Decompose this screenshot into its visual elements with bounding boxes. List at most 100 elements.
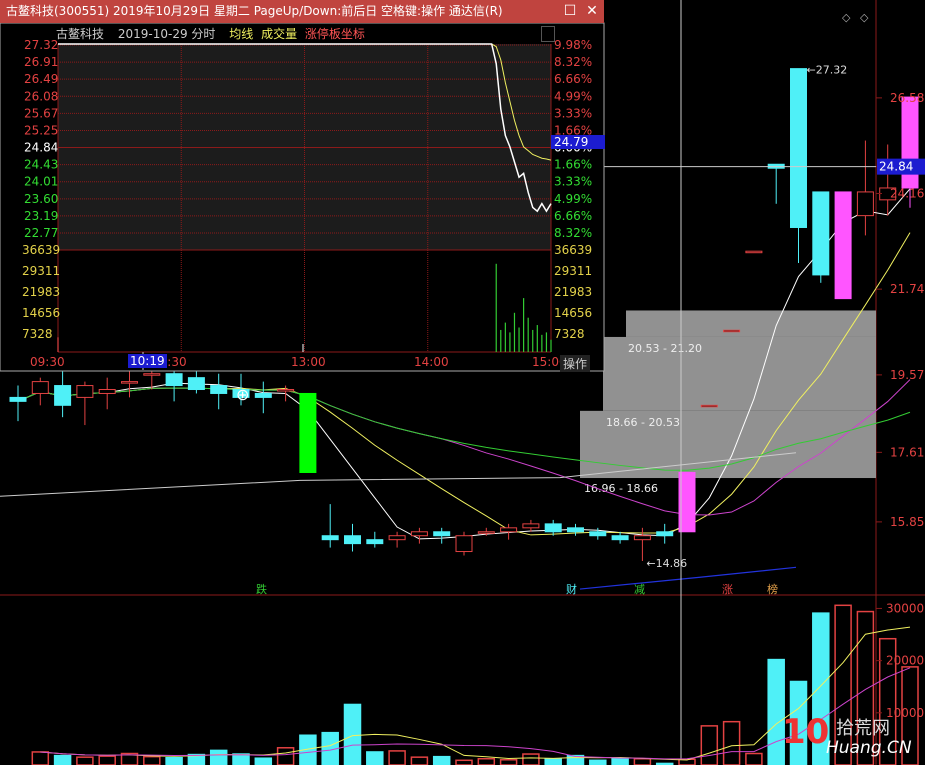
popup-vol-tick-r: 36639 — [554, 243, 592, 257]
volume-bar — [343, 703, 362, 765]
candle-body — [633, 535, 651, 541]
date-label: 2019-10-29 分时 — [117, 27, 216, 41]
watermark-url: Huang.CN — [826, 738, 912, 758]
volume-bar — [633, 757, 652, 765]
popup-price-tick: 23.60 — [24, 192, 58, 206]
candle-body — [76, 385, 94, 398]
volume-bar — [700, 725, 719, 765]
op-button[interactable]: 操作 — [560, 355, 591, 372]
candle-body — [121, 381, 138, 384]
popup-price-tick: 26.49 — [24, 72, 58, 86]
popup-price-tick: 24.43 — [24, 158, 58, 172]
volume-bar — [209, 749, 228, 765]
candle-body — [388, 535, 406, 541]
candle-body — [366, 539, 384, 545]
popup-vol-tick: 21983 — [22, 285, 60, 299]
candle-body — [321, 535, 339, 541]
volume-bar — [232, 753, 250, 765]
candle-body — [589, 531, 607, 537]
candle-body — [98, 389, 116, 394]
popup-pct-tick: 4.99% — [554, 192, 592, 206]
candle-body — [856, 191, 874, 217]
volume-bar — [254, 757, 273, 765]
popup-price-tick: 25.67 — [24, 106, 58, 120]
volume-bar — [276, 747, 295, 765]
candle-body — [455, 535, 473, 553]
popup-vol-tick-r: 29311 — [554, 264, 592, 278]
right-tick-label: 17.61 — [890, 445, 924, 459]
cursor-price-label: 24.79 — [551, 135, 605, 149]
volume-bar — [53, 754, 72, 765]
volume-toggle[interactable]: 成交量 — [261, 27, 297, 41]
volume-bar — [165, 756, 183, 765]
popup-vol-tick: 7328 — [22, 327, 53, 341]
right-tick-label: 19.57 — [890, 368, 924, 382]
right-tick-label: 24.16 — [890, 187, 924, 201]
kline-marker: 跌 — [256, 582, 267, 596]
watermark-site: 拾荒网 — [836, 718, 890, 739]
popup-pct-tick: 3.33% — [554, 175, 592, 189]
popup-price-tick: 24.01 — [24, 175, 58, 189]
candle-body — [277, 389, 295, 392]
maximize-icon[interactable]: ☐ — [560, 0, 580, 23]
candle-body — [143, 373, 161, 376]
candle-body — [410, 531, 428, 537]
watermark-brand: 10 — [782, 712, 830, 752]
diamond-icon: ◇ — [842, 11, 851, 24]
popup-price-tick: 26.91 — [24, 55, 58, 69]
candle-body — [54, 385, 72, 406]
popup-pct-tick: 1.66% — [554, 158, 592, 172]
candle-body — [210, 385, 228, 394]
candle-body — [9, 396, 27, 402]
vol-right-tick-label: 20000 — [886, 654, 924, 668]
right-tick-label: 24.84 — [879, 160, 913, 174]
popup-pct-tick: 4.99% — [554, 89, 592, 103]
ma250-line — [579, 566, 797, 590]
candle-body — [790, 68, 807, 228]
volume-bar — [722, 720, 741, 765]
popup-title-bar[interactable]: 古鳌科技(300551) 2019年10月29日 星期二 PageUp/Down… — [0, 0, 604, 23]
volume-bar — [499, 759, 518, 765]
volume-bar — [388, 750, 406, 765]
candle-body — [544, 523, 562, 533]
candle-body — [187, 377, 205, 391]
volume-bar — [31, 751, 50, 765]
popup-vol-tick-r: 21983 — [554, 285, 592, 299]
popup-pct-tick: 8.32% — [554, 226, 592, 240]
volume-bar — [366, 751, 384, 765]
candle-body — [31, 381, 49, 394]
cursor-time-label: 10:19 — [128, 354, 167, 368]
candle-body — [165, 373, 183, 387]
right-tick-label: 26.58 — [890, 91, 924, 105]
zone-label-1: 20.53 - 21.20 — [628, 342, 702, 355]
chart-stage[interactable]: 20.53 - 21.20 18.66 - 20.53 16.96 - 18.66 ←… — [0, 0, 925, 765]
popup-pct-tick: 6.66% — [554, 209, 592, 223]
candle-body — [656, 531, 674, 537]
intraday-popup[interactable]: 27.32 9.98% 26.91 8.32% 26.49 6.66% 26.08 4.99%… — [0, 22, 605, 372]
volume-bar — [611, 757, 629, 765]
kline-marker: 榜 — [767, 582, 778, 596]
avg-toggle[interactable]: 均线 — [229, 27, 253, 41]
popup-pct-tick: 3.33% — [554, 106, 592, 120]
stock-name: 古鳌科技 — [56, 27, 105, 41]
popup-time-tick: 13:00 — [291, 355, 326, 369]
popup-price-tick: 25.25 — [24, 123, 58, 137]
popup-price-tick: 23.19 — [24, 209, 58, 223]
candle-body — [522, 523, 540, 529]
candle-body — [723, 329, 741, 333]
popup-pct-tick: 8.32% — [554, 55, 592, 69]
zone-label-3: 16.96 - 18.66 — [584, 482, 658, 495]
limit-axis-toggle[interactable]: 涨停板坐标 — [305, 27, 365, 41]
popup-price-tick: 27.32 — [24, 38, 58, 52]
candle-body — [477, 531, 495, 534]
popup-corner-icon[interactable] — [541, 26, 555, 42]
popup-vol-tick: 14656 — [22, 306, 60, 320]
candle-body — [834, 191, 852, 300]
close-icon[interactable]: ✕ — [582, 0, 602, 23]
volume-bar — [477, 757, 496, 765]
right-tick-label: 21.74 — [890, 282, 924, 296]
candle-body — [567, 527, 584, 533]
volume-bar — [410, 756, 429, 765]
volume-bar — [98, 755, 116, 765]
volume-bar — [522, 753, 540, 765]
